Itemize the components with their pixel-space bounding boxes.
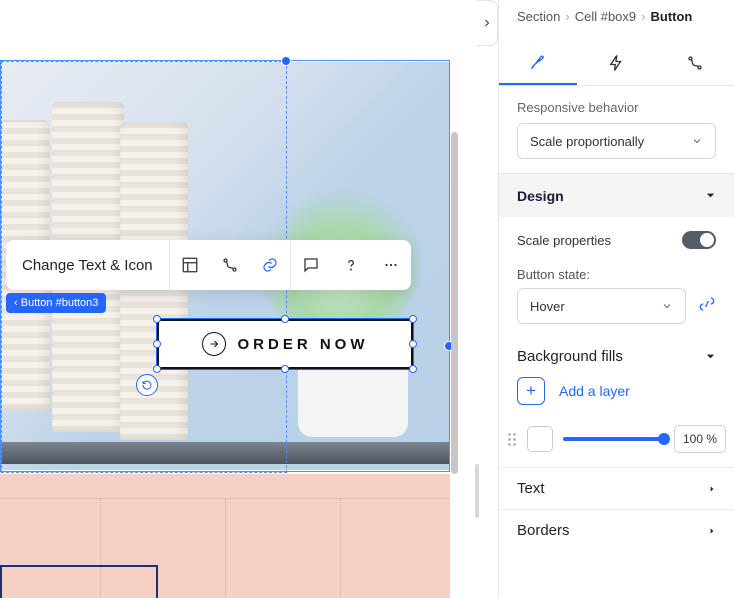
scale-properties-row: Scale properties <box>499 217 734 263</box>
button-state-row: Button state: Hover <box>499 263 734 338</box>
slider-knob[interactable] <box>658 433 670 445</box>
caret-down-icon <box>705 190 716 201</box>
scale-properties-label: Scale properties <box>517 233 611 248</box>
tab-animation[interactable] <box>656 41 734 85</box>
resize-handle[interactable] <box>153 340 161 348</box>
canvas-scrollbar[interactable] <box>450 60 459 500</box>
selected-element[interactable]: ORDER NOW <box>156 318 414 370</box>
bg-decor <box>340 498 341 598</box>
layout-icon[interactable] <box>170 240 210 290</box>
opacity-input[interactable]: 100 % <box>674 425 726 453</box>
scrollbar-thumb[interactable] <box>451 132 458 474</box>
editor-canvas: Change Text & Icon Button #button3 ORDER… <box>0 0 498 598</box>
more-icon[interactable] <box>371 240 411 290</box>
borders-section-head[interactable]: Borders <box>499 509 734 551</box>
add-layer-button[interactable]: + <box>517 377 545 405</box>
tab-design[interactable] <box>499 41 577 85</box>
background-fills-label: Background fills <box>517 348 623 365</box>
add-layer-row: + Add a layer <box>499 369 734 419</box>
resize-handle[interactable] <box>281 315 289 323</box>
resize-handle[interactable] <box>153 315 161 323</box>
design-head-label: Design <box>517 188 564 204</box>
order-now-button[interactable]: ORDER NOW <box>157 319 413 369</box>
breadcrumb: Section › Cell #box9 › Button <box>499 0 734 33</box>
text-section-head[interactable]: Text <box>499 467 734 509</box>
inspector-panel: Section › Cell #box9 › Button Responsive… <box>498 0 734 598</box>
caret-down-icon <box>705 351 716 362</box>
button-state-select[interactable]: Hover <box>517 288 686 324</box>
button-state-label: Button state: <box>517 267 716 282</box>
breadcrumb-item[interactable]: Cell #box9 <box>575 9 636 24</box>
comment-icon[interactable] <box>291 240 331 290</box>
reset-rotation-icon[interactable] <box>136 374 158 396</box>
bg-decor <box>225 498 226 598</box>
fill-color-swatch[interactable] <box>527 426 553 452</box>
resize-handle[interactable] <box>153 365 161 373</box>
help-icon[interactable] <box>331 240 371 290</box>
resize-handle[interactable] <box>281 56 291 66</box>
panel-resize-handle[interactable] <box>475 464 479 518</box>
resize-handle[interactable] <box>409 315 417 323</box>
responsive-section: Responsive behavior Scale proportionally <box>499 86 734 173</box>
scale-properties-toggle[interactable] <box>682 231 716 249</box>
animation-icon[interactable] <box>210 240 250 290</box>
caret-right-icon <box>708 525 716 537</box>
resize-handle[interactable] <box>409 365 417 373</box>
responsive-select[interactable]: Scale proportionally <box>517 123 716 159</box>
opacity-slider[interactable] <box>563 437 664 441</box>
arrow-right-icon <box>202 332 226 356</box>
inspector-tabs <box>499 41 734 86</box>
chevron-right-icon: › <box>565 9 569 24</box>
element-tag-badge[interactable]: Button #button3 <box>6 293 106 313</box>
chevron-down-icon <box>661 300 673 312</box>
apply-states-icon[interactable] <box>698 295 716 318</box>
link-icon[interactable] <box>250 240 290 290</box>
fill-layer-row: 100 % <box>499 419 734 467</box>
background-fills-head[interactable]: Background fills <box>499 338 734 369</box>
responsive-value: Scale proportionally <box>530 134 644 149</box>
borders-head-label: Borders <box>517 522 570 539</box>
breadcrumb-item[interactable]: Section <box>517 9 560 24</box>
responsive-label: Responsive behavior <box>517 100 716 115</box>
resize-handle[interactable] <box>281 365 289 373</box>
button-state-value: Hover <box>530 299 565 314</box>
design-accordion-head[interactable]: Design <box>499 173 734 217</box>
tab-interactions[interactable] <box>577 41 655 85</box>
caret-right-icon <box>708 483 716 495</box>
order-now-label: ORDER NOW <box>238 336 369 353</box>
floating-toolbar: Change Text & Icon <box>6 240 411 290</box>
chevron-right-icon: › <box>641 9 645 24</box>
chevron-down-icon <box>691 135 703 147</box>
drag-handle-icon[interactable] <box>507 431 517 447</box>
resize-handle[interactable] <box>409 340 417 348</box>
text-head-label: Text <box>517 480 545 497</box>
add-layer-label[interactable]: Add a layer <box>559 383 630 399</box>
breadcrumb-current: Button <box>651 9 693 24</box>
bg-decor <box>0 565 158 598</box>
expand-panel-button[interactable] <box>477 0 498 46</box>
change-text-icon-button[interactable]: Change Text & Icon <box>6 240 169 290</box>
